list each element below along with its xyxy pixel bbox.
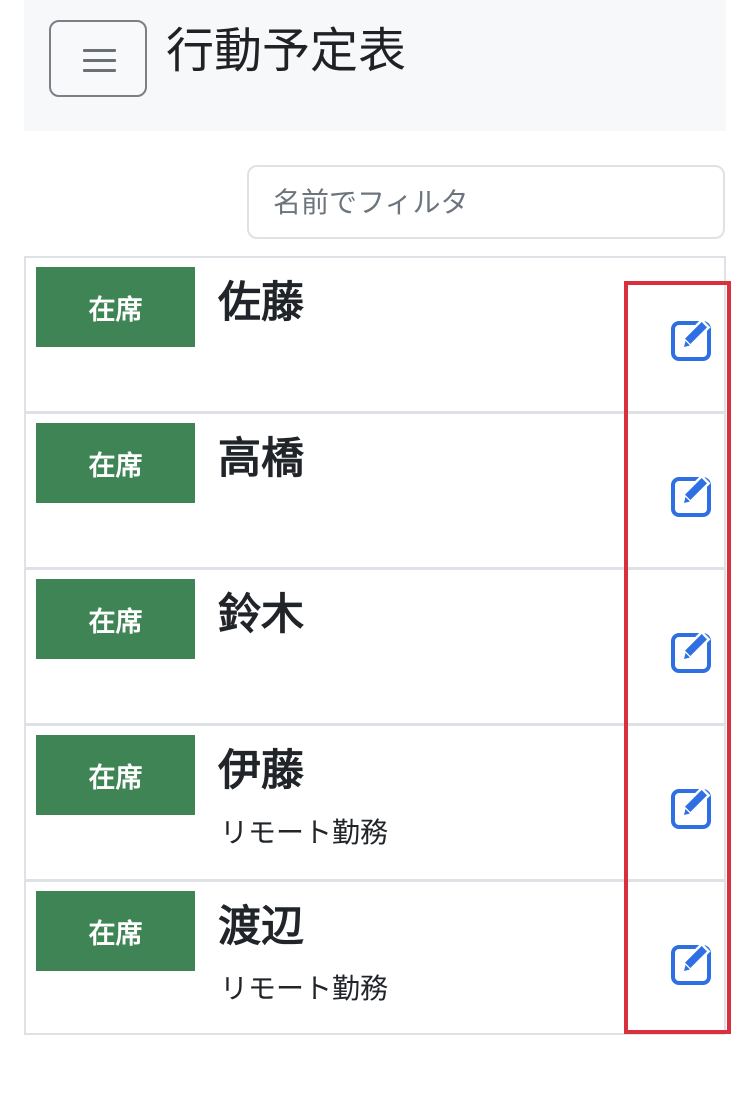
hamburger-menu-icon: [83, 49, 116, 72]
member-name: 佐藤: [218, 278, 304, 328]
status-badge[interactable]: 在席: [36, 579, 195, 659]
member-name: 鈴木: [218, 590, 304, 640]
menu-toggle-button[interactable]: [49, 20, 147, 97]
list-item: 在席 伊藤 リモート勤務: [26, 723, 726, 879]
list-item: 在席 渡辺 リモート勤務: [26, 879, 726, 1035]
status-badge[interactable]: 在席: [36, 267, 195, 347]
member-list: 在席 佐藤 在席 高橋 在席 鈴木 在席 伊藤 リモート勤務 在席 渡辺 リモー…: [24, 256, 726, 1035]
member-note: リモート勤務: [220, 972, 389, 1005]
list-item: 在席 鈴木: [26, 567, 726, 723]
status-badge[interactable]: 在席: [36, 735, 195, 815]
navbar: 行動予定表: [24, 0, 726, 131]
name-filter-input[interactable]: [247, 165, 725, 239]
member-name: 渡辺: [218, 902, 304, 952]
edit-icon[interactable]: [670, 470, 718, 518]
list-item: 在席 佐藤: [26, 258, 726, 414]
edit-icon[interactable]: [670, 314, 718, 362]
page: 行動予定表 在席 佐藤 在席 高橋 在席 鈴木: [0, 0, 750, 1099]
list-item: 在席 高橋: [26, 411, 726, 567]
member-name: 高橋: [218, 434, 304, 484]
edit-icon[interactable]: [670, 626, 718, 674]
edit-icon[interactable]: [670, 938, 718, 986]
member-name: 伊藤: [218, 746, 304, 796]
page-title: 行動予定表: [166, 23, 407, 79]
member-note: リモート勤務: [220, 816, 389, 849]
status-badge[interactable]: 在席: [36, 891, 195, 971]
edit-icon[interactable]: [670, 782, 718, 830]
status-badge[interactable]: 在席: [36, 423, 195, 503]
